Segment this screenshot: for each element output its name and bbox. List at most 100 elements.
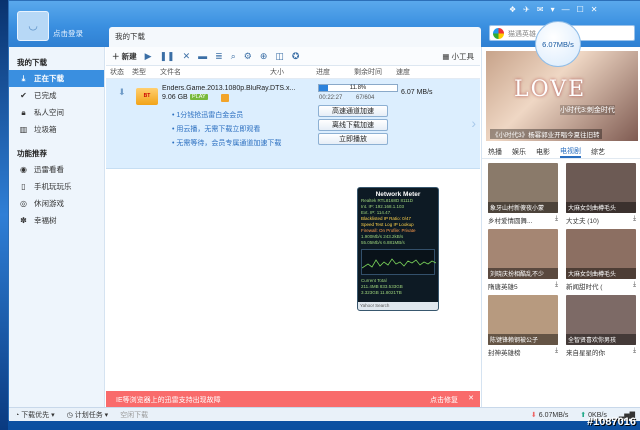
sidebar-item-label: 已完成 <box>34 91 57 100</box>
sidebar-item-phone[interactable]: ▯ 手机玩玩乐 <box>9 178 104 195</box>
tab-variety[interactable]: 综艺 <box>591 147 605 157</box>
video-card[interactable]: 刘晓庆扮相酷乱不少 隋唐英雄5 ⤓ <box>488 229 558 291</box>
video-title[interactable]: 大丈夫 (10) <box>566 215 599 225</box>
sidebar-item-private[interactable]: 🔒︎ 私人空间 <box>9 104 104 121</box>
progress-bar: 11.8% <box>318 84 398 92</box>
high-speed-button[interactable]: 高速通道加速 <box>318 105 388 117</box>
list-icon[interactable]: ≣ <box>215 51 223 62</box>
folder-icon[interactable]: ▬ <box>198 51 207 61</box>
start-icon[interactable]: ▶ <box>145 51 152 62</box>
tools-label: 小工具 <box>451 51 475 61</box>
video-title[interactable]: 新闻甜时代 ( <box>566 281 602 291</box>
download-icon[interactable]: ⤓ <box>633 347 636 357</box>
skin-icon[interactable]: ❖ <box>509 5 516 14</box>
promo-links: • 1分钱抢迅雷白金会员 • 用云播，无需下载立即观看 • 无需等待，会员专属通… <box>172 109 281 151</box>
phone-icon: ▯ <box>21 182 26 191</box>
column-header[interactable]: 剩余时间 <box>354 67 396 77</box>
pause-icon[interactable]: ❚❚ <box>160 51 175 62</box>
speed-bubble[interactable]: 6.07MB/s <box>535 21 581 67</box>
close-icon[interactable]: ✕ <box>591 5 598 14</box>
login-link[interactable]: 点击登录 <box>53 28 83 39</box>
column-header[interactable]: 文件名 <box>160 67 270 77</box>
video-thumbnail[interactable]: 大麻女剑曲樽毛头 <box>566 229 636 279</box>
video-card[interactable]: 陈键锋赖钢被公子 封神英雄榜 ⤓ <box>488 295 558 357</box>
sidebar-item-label: 私人空间 <box>34 108 64 117</box>
video-thumbnail[interactable]: 陈键锋赖钢被公子 <box>488 295 558 345</box>
video-title[interactable]: 封神英雄榜 <box>488 347 521 357</box>
network-meter-widget[interactable]: Network Meter Realtek RTL8168D 8111D Int… <box>357 187 439 311</box>
error-notice: IE等浏览器上的迅雷支持出现故障 点击修复 ✕ <box>106 391 480 407</box>
column-header[interactable]: 大小 <box>270 67 316 77</box>
lock-icon: 🔒︎ <box>21 108 26 117</box>
download-icon[interactable]: ⤓ <box>555 215 558 225</box>
box-icon[interactable]: ◫ <box>275 51 284 62</box>
tab-hot[interactable]: 热播 <box>488 147 502 157</box>
download-icon: ⤓ <box>21 74 26 83</box>
column-header[interactable]: 类型 <box>132 67 160 77</box>
remaining-time: 67/604 <box>356 95 375 101</box>
search-icon[interactable]: ⌕ <box>231 51 236 62</box>
sidebar-item-trash[interactable]: ▥ 垃圾箱 <box>9 121 104 138</box>
play-badge[interactable]: PLAY <box>190 94 208 100</box>
video-card[interactable]: 象牙山村新傻夜小蒙 乡村爱情圆舞... ⤓ <box>488 163 558 225</box>
tab-my-downloads[interactable]: 我的下载 <box>109 27 481 47</box>
delete-icon[interactable]: ✕ <box>183 51 191 62</box>
sidebar-item-tree[interactable]: ✽ 幸福树 <box>9 212 104 229</box>
maximize-icon[interactable]: ☐ <box>577 5 584 14</box>
message-icon[interactable]: ✉ <box>537 5 544 14</box>
video-title[interactable]: 来自星星的你 <box>566 347 605 357</box>
down-arrow-icon: ⬇ <box>530 411 537 419</box>
downloading-arrow-icon: ⬇ <box>118 87 126 97</box>
chevron-right-icon[interactable]: › <box>471 115 476 131</box>
minimize-icon[interactable]: — <box>562 5 570 14</box>
menu-icon[interactable]: ▾ <box>551 5 555 14</box>
column-header[interactable]: 状态 <box>110 67 132 77</box>
tab-tv[interactable]: 电视剧 <box>560 146 581 158</box>
column-header[interactable]: 速度 <box>396 67 410 77</box>
task-row[interactable]: ⬇ BT Enders.Game.2013.1080p.BluRay.DTS.x… <box>106 79 480 169</box>
column-header[interactable]: 进度 <box>316 67 354 77</box>
download-icon[interactable]: ⤓ <box>633 215 636 225</box>
sidebar-item-downloading[interactable]: ⤓ 正在下载 <box>9 70 104 87</box>
video-thumbnail[interactable]: 刘晓庆扮相酷乱不少 <box>488 229 558 279</box>
up-arrow-icon: ⬆ <box>580 411 587 419</box>
meter-search[interactable]: Yahoo! Search <box>358 302 438 310</box>
priority-selector[interactable]: ◔ 下载优先 ▾ <box>15 410 55 420</box>
plan-task-button[interactable]: ◷ 计划任务 ▾ <box>67 410 109 420</box>
video-thumbnail[interactable]: 全智贤喜欢你男孩 <box>566 295 636 345</box>
new-task-button[interactable]: ＋ 新建 <box>112 51 137 62</box>
sidebar-item-games[interactable]: ◎ 休闲游戏 <box>9 195 104 212</box>
video-title[interactable]: 隋唐英雄5 <box>488 281 518 291</box>
video-thumbnail[interactable]: 象牙山村新傻夜小蒙 <box>488 163 558 213</box>
close-icon[interactable]: ✕ <box>468 394 474 402</box>
offline-download-button[interactable]: 离线下载加速 <box>318 119 388 131</box>
bird-icon[interactable]: ✈ <box>523 5 530 14</box>
tab-entertainment[interactable]: 娱乐 <box>512 147 526 157</box>
download-icon[interactable]: ⤓ <box>555 281 558 291</box>
promo-link[interactable]: • 用云播，无需下载立即观看 <box>172 123 281 137</box>
toolbar: ＋ 新建 ▶ ❚❚ ✕ ▬ ≣ ⌕ ⚙ ⊕ ◫ ✪ ▦ 小工具 <box>106 47 480 66</box>
video-title[interactable]: 乡村爱情圆舞... <box>488 215 532 225</box>
gamepad-icon: ◎ <box>20 199 27 208</box>
remote-icon[interactable]: ⊕ <box>260 51 268 62</box>
video-card[interactable]: 全智贤喜欢你男孩 来自星星的你 ⤓ <box>566 295 636 357</box>
idle-download-button[interactable]: 空闲下载 <box>120 410 148 420</box>
gift-icon[interactable]: ✪ <box>292 51 300 62</box>
sidebar-item-completed[interactable]: ✔ 已完成 <box>9 87 104 104</box>
fix-link[interactable]: 点击修复 <box>430 395 458 405</box>
download-speed: ⬇ 6.07MB/s <box>530 411 569 419</box>
sidebar-item-kankan[interactable]: ◉ 迅雷看看 <box>9 161 104 178</box>
tools-button[interactable]: ▦ 小工具 <box>442 51 474 62</box>
promo-link[interactable]: • 无需等待，会员专属通道加速下载 <box>172 137 281 151</box>
new-label: 新建 <box>121 51 137 61</box>
video-thumbnail[interactable]: 大麻女剑曲樽毛头 <box>566 163 636 213</box>
promo-link[interactable]: • 1分钱抢迅雷白金会员 <box>172 109 281 123</box>
gear-icon[interactable]: ⚙ <box>244 51 252 62</box>
tab-movie[interactable]: 电影 <box>536 147 550 157</box>
play-now-button[interactable]: 立即播放 <box>318 133 388 145</box>
download-icon[interactable]: ⤓ <box>555 347 558 357</box>
video-card[interactable]: 大麻女剑曲樽毛头 大丈夫 (10) ⤓ <box>566 163 636 225</box>
avatar[interactable]: ◡ <box>17 11 49 41</box>
video-card[interactable]: 大麻女剑曲樽毛头 新闻甜时代 ( ⤓ <box>566 229 636 291</box>
download-icon[interactable]: ⤓ <box>633 281 636 291</box>
